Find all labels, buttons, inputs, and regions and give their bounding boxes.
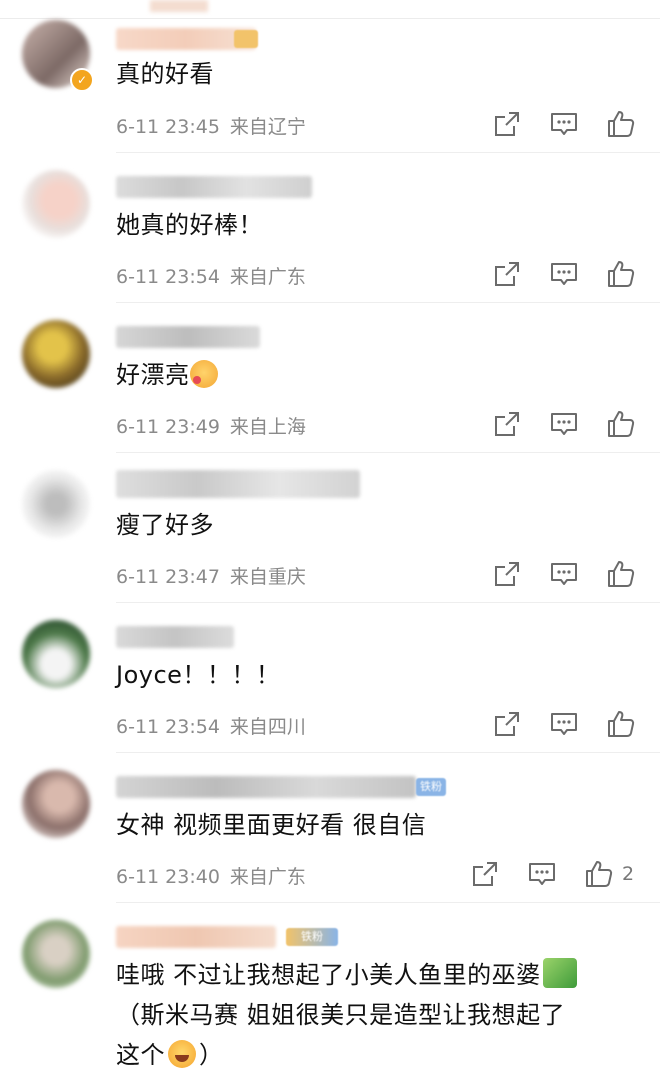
comment-location: 来自辽宁 (229, 116, 306, 138)
comment-icon[interactable] (549, 259, 579, 289)
fan-badge: 铁粉 (286, 928, 338, 946)
username-blurred[interactable] (116, 626, 234, 648)
share-icon[interactable] (492, 259, 522, 289)
thumb-up-icon[interactable] (584, 859, 614, 889)
comment-date: 6-11 23:40 (116, 866, 220, 888)
avatar[interactable] (22, 920, 90, 988)
divider (116, 152, 660, 153)
comment-meta: 6-11 23:47 来自重庆 (116, 562, 306, 589)
like-count: 2 (622, 863, 635, 885)
avatar[interactable] (22, 320, 90, 388)
username-blurred[interactable] (116, 326, 260, 348)
comment-meta: 6-11 23:40 来自广东 (116, 862, 306, 889)
avatar[interactable] (22, 170, 90, 238)
share-icon[interactable] (492, 559, 522, 589)
avatar[interactable] (22, 470, 90, 538)
share-icon[interactable] (492, 109, 522, 139)
divider (116, 902, 660, 903)
username-blurred[interactable] (116, 926, 276, 948)
comment-icon[interactable] (549, 109, 579, 139)
comment-text: Joyce！！！！ (116, 661, 281, 689)
fan-badge: 铁粉 (416, 778, 446, 796)
comment-text-content: 好漂亮 (116, 361, 190, 389)
level-badge (234, 30, 258, 48)
laugh-cry-emoji-icon (168, 1040, 196, 1068)
thumb-up-icon[interactable] (606, 109, 636, 139)
avatar[interactable] (22, 770, 90, 838)
comment-icon[interactable] (549, 559, 579, 589)
comment-date: 6-11 23:54 (116, 266, 220, 288)
comment-location: 来自四川 (229, 716, 306, 738)
divider (116, 602, 660, 603)
comment-location: 来自广东 (229, 866, 306, 888)
comment-location: 来自重庆 (229, 566, 306, 588)
username-blurred[interactable] (116, 470, 360, 498)
username-blurred[interactable] (116, 776, 416, 798)
share-icon[interactable] (492, 709, 522, 739)
comment-text: 瘦了好多 (116, 511, 214, 539)
comment-text: 她真的好棒！ (116, 211, 263, 239)
comment-location: 来自广东 (229, 266, 306, 288)
comment-meta: 6-11 23:45 来自辽宁 (116, 112, 306, 139)
comment-icon[interactable] (527, 859, 557, 889)
divider (116, 752, 660, 753)
comment-text-content: 这个 (116, 1041, 165, 1069)
comment-meta: 6-11 23:54 来自四川 (116, 712, 306, 739)
comment-meta: 6-11 23:49 来自上海 (116, 412, 306, 439)
thumb-up-icon[interactable] (606, 559, 636, 589)
comment-text-content: ） (199, 1041, 224, 1069)
blurred-text (150, 0, 208, 12)
comment-text-line-2: （斯米马赛 姐姐很美只是造型让我想起了 (116, 1001, 566, 1029)
comment-icon[interactable] (549, 709, 579, 739)
divider (116, 302, 660, 303)
share-icon[interactable] (492, 409, 522, 439)
username-blurred[interactable] (116, 176, 312, 198)
thumb-up-icon[interactable] (606, 709, 636, 739)
comment-text-content: 哇哦 不过让我想起了小美人鱼里的巫婆 (116, 961, 541, 989)
avatar[interactable] (22, 620, 90, 688)
money-emoji-icon (542, 958, 577, 988)
comment-date: 6-11 23:47 (116, 566, 220, 588)
share-icon[interactable] (470, 859, 500, 889)
divider (116, 452, 660, 453)
verified-badge-icon: ✓ (70, 68, 94, 92)
top-previous-comment-edge (0, 0, 660, 19)
comment-text: 女神 视频里面更好看 很自信 (116, 811, 427, 839)
shy-face-emoji-icon (189, 360, 218, 388)
comment-text: 真的好看 (116, 60, 214, 88)
comment-date: 6-11 23:54 (116, 716, 220, 738)
comment-location: 来自上海 (229, 416, 306, 438)
comment-meta: 6-11 23:54 来自广东 (116, 262, 306, 289)
comment-text: 好漂亮 (116, 356, 218, 394)
thumb-up-icon[interactable] (606, 409, 636, 439)
comment-date: 6-11 23:49 (116, 416, 220, 438)
comment-icon[interactable] (549, 409, 579, 439)
thumb-up-icon[interactable] (606, 259, 636, 289)
comment-text-line-3: 这个 ） (116, 1036, 224, 1074)
comment-date: 6-11 23:45 (116, 116, 220, 138)
comment-text-line-1: 哇哦 不过让我想起了小美人鱼里的巫婆 (116, 956, 577, 994)
